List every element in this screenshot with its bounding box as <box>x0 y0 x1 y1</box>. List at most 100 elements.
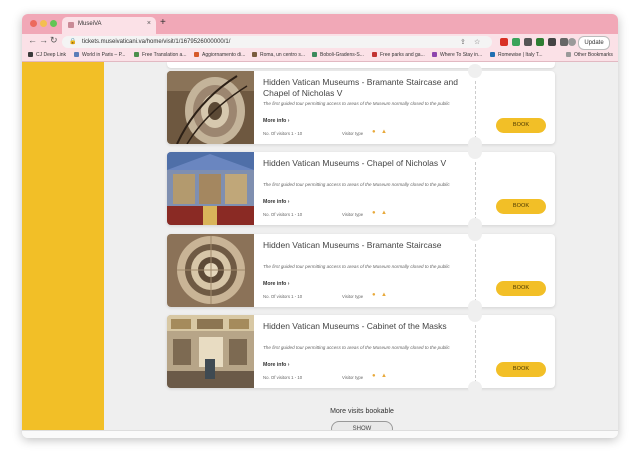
more-info-link[interactable]: More info › <box>263 281 290 287</box>
bookmark-item[interactable]: World in Paris – P... <box>74 52 125 58</box>
book-button[interactable]: BOOK <box>496 281 546 296</box>
visitor-count: No. Of visitors 1 - 10 <box>263 131 303 136</box>
grammar-extension-icon[interactable] <box>536 38 544 46</box>
visit-card: Hidden Vatican Museums - Bramante Stairc… <box>167 64 555 151</box>
bookmark-favicon-icon <box>194 52 199 57</box>
bookmark-item[interactable]: Where To Stay in... <box>432 52 482 58</box>
bookmark-label: World in Paris – P... <box>82 52 126 58</box>
book-button[interactable]: BOOK <box>496 199 546 214</box>
chevron-right-icon: › <box>287 281 290 287</box>
group-icon: ● <box>372 129 376 135</box>
pinterest-extension-icon[interactable] <box>500 38 508 46</box>
bookmark-favicon-icon <box>74 52 79 57</box>
bookmark-item[interactable]: Romewise | Italy T... <box>490 52 543 58</box>
browser-toolbar: ← → ↻ 🔒 tickets.museivaticani.va/home/vi… <box>22 34 618 50</box>
bookmark-favicon-icon <box>372 52 377 57</box>
visit-title: Hidden Vatican Museums - Bramante Stairc… <box>263 77 458 98</box>
share-icon[interactable]: ⇪ <box>460 38 466 46</box>
dropper-extension-icon[interactable] <box>548 38 556 46</box>
visit-title: Hidden Vatican Museums - Cabinet of the … <box>263 321 447 331</box>
bookmark-item[interactable]: CJ Deep Link <box>28 52 66 58</box>
visit-description: The first guided tour permitting access … <box>263 101 450 106</box>
bookmark-item[interactable]: Aggiornamento di... <box>194 52 245 58</box>
ticket-divider <box>475 81 476 139</box>
more-visits-heading: More visits bookable <box>330 408 394 415</box>
ticket-notch-bottom <box>468 381 482 395</box>
book-button[interactable]: BOOK <box>496 362 546 377</box>
profile-avatar[interactable] <box>568 38 576 46</box>
visitor-type-label: Visitor type <box>342 375 364 380</box>
bookmark-favicon-icon <box>252 52 257 57</box>
bookmark-label: Romewise | Italy T... <box>498 52 543 58</box>
more-info-link[interactable]: More info › <box>263 362 290 368</box>
browser-window: MuseiVA × + ← → ↻ 🔒 tickets.museivatican… <box>22 14 618 438</box>
yellow-sidebar <box>22 62 104 430</box>
reload-button[interactable]: ↻ <box>50 35 58 46</box>
person-icon: ▲ <box>381 292 387 298</box>
bookmark-label: CJ Deep Link <box>36 52 67 58</box>
address-bar[interactable]: 🔒 tickets.museivaticani.va/home/visit/1/… <box>62 36 492 48</box>
visitor-count: No. Of visitors 1 - 10 <box>263 294 303 299</box>
new-tab-button[interactable]: + <box>160 17 166 28</box>
update-button[interactable]: Update <box>578 36 610 50</box>
previous-card-edge <box>167 62 555 68</box>
close-tab-icon[interactable]: × <box>147 20 151 27</box>
bookmark-favicon-icon <box>28 52 33 57</box>
visit-description: The first guided tour permitting access … <box>263 182 450 187</box>
folder-icon <box>566 52 571 57</box>
visit-photo <box>167 315 254 388</box>
back-button[interactable]: ← <box>28 35 37 45</box>
visit-card: Hidden Vatican Museums - Bramante Stairc… <box>167 227 555 314</box>
visit-photo <box>167 234 254 307</box>
close-window-button[interactable] <box>30 20 37 27</box>
bookmark-label: Where To Stay in... <box>440 52 483 58</box>
minimize-window-button[interactable] <box>40 20 47 27</box>
more-info-link[interactable]: More info › <box>263 199 290 205</box>
ticket-notch-top <box>468 308 482 322</box>
visitor-type-label: Visitor type <box>342 212 364 217</box>
bookmark-favicon-icon <box>490 52 495 57</box>
visit-photo <box>167 152 254 225</box>
visitor-type-label: Visitor type <box>342 294 364 299</box>
ticket-notch-top <box>468 227 482 241</box>
group-icon: ● <box>372 373 376 379</box>
ticket-divider <box>475 244 476 302</box>
horizontal-scrollbar[interactable] <box>22 430 618 438</box>
other-bookmarks[interactable]: Other Bookmarks <box>566 52 613 58</box>
bookmark-item[interactable]: Boboli-Gradens-S... <box>312 52 364 58</box>
visitor-count: No. Of visitors 1 - 10 <box>263 375 303 380</box>
site-favicon-icon <box>68 22 74 28</box>
bookmark-label: Boboli-Gradens-S... <box>320 52 364 58</box>
bookmarks-bar: CJ Deep Link World in Paris – P... Free … <box>22 50 618 62</box>
visitor-type-label: Visitor type <box>342 131 364 136</box>
browser-tab[interactable]: MuseiVA × <box>62 17 156 34</box>
shield-extension-icon[interactable] <box>512 38 520 46</box>
bookmark-item[interactable]: Free parks and ga... <box>372 52 425 58</box>
more-info-label: More info <box>263 362 287 368</box>
book-button[interactable]: BOOK <box>496 118 546 133</box>
ticket-notch-top <box>468 64 482 78</box>
bookmark-item[interactable]: Free Translation a... <box>134 52 186 58</box>
translate-extension-icon[interactable] <box>524 38 532 46</box>
visit-card: Hidden Vatican Museums - Chapel of Nicho… <box>167 145 555 232</box>
maximize-window-button[interactable] <box>50 20 57 27</box>
puzzle-extensions-icon[interactable] <box>560 38 568 46</box>
person-icon: ▲ <box>381 210 387 216</box>
bookmark-item[interactable]: Roma, un centro s... <box>252 52 305 58</box>
bookmark-star-icon[interactable]: ☆ <box>474 38 480 46</box>
visit-photo <box>167 71 254 144</box>
url-text: tickets.museivaticani.va/home/visit/1/16… <box>82 39 231 45</box>
forward-button[interactable]: → <box>39 35 48 45</box>
visit-title: Hidden Vatican Museums - Bramante Stairc… <box>263 240 442 250</box>
more-info-label: More info <box>263 281 287 287</box>
person-icon: ▲ <box>381 373 387 379</box>
group-icon: ● <box>372 292 376 298</box>
ticket-notch-top <box>468 145 482 159</box>
ticket-divider <box>475 325 476 383</box>
more-info-link[interactable]: More info › <box>263 118 290 124</box>
chevron-right-icon: › <box>287 199 290 205</box>
bookmark-favicon-icon <box>432 52 437 57</box>
bookmark-favicon-icon <box>134 52 139 57</box>
visitor-count: No. Of visitors 1 - 10 <box>263 212 303 217</box>
tab-title: MuseiVA <box>78 21 102 27</box>
